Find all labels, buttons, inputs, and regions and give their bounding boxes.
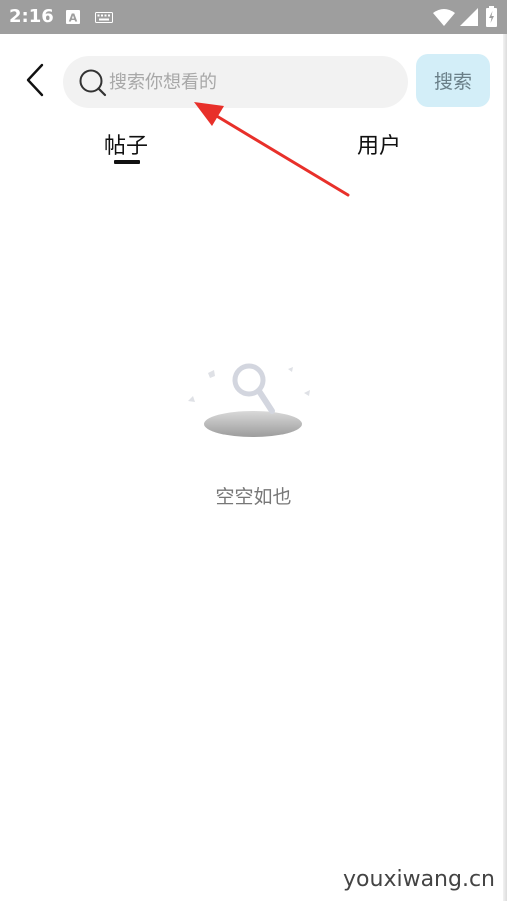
keyboard-icon [95,12,113,23]
tab-posts[interactable]: 帖子 [104,128,148,160]
svg-text:A: A [69,12,78,25]
font-a-icon: A [66,10,80,24]
search-button[interactable]: 搜索 [416,54,490,107]
battery-icon [486,6,497,27]
chevron-left-icon [26,63,44,97]
empty-search-illustration-icon [188,363,310,437]
tab-indicator [114,160,140,164]
status-bar: 2:16 A [0,0,507,34]
status-time: 2:16 [9,6,54,27]
annotation-arrow-icon [194,102,350,197]
empty-state-text: 空空如也 [215,486,292,508]
wifi-icon [433,9,455,26]
page-edge [503,34,507,901]
watermark: youxiwang.cn [343,867,495,892]
search-icon [79,69,107,97]
back-button[interactable] [20,60,50,100]
tab-users[interactable]: 用户 [357,128,401,160]
signal-icon [460,8,478,26]
